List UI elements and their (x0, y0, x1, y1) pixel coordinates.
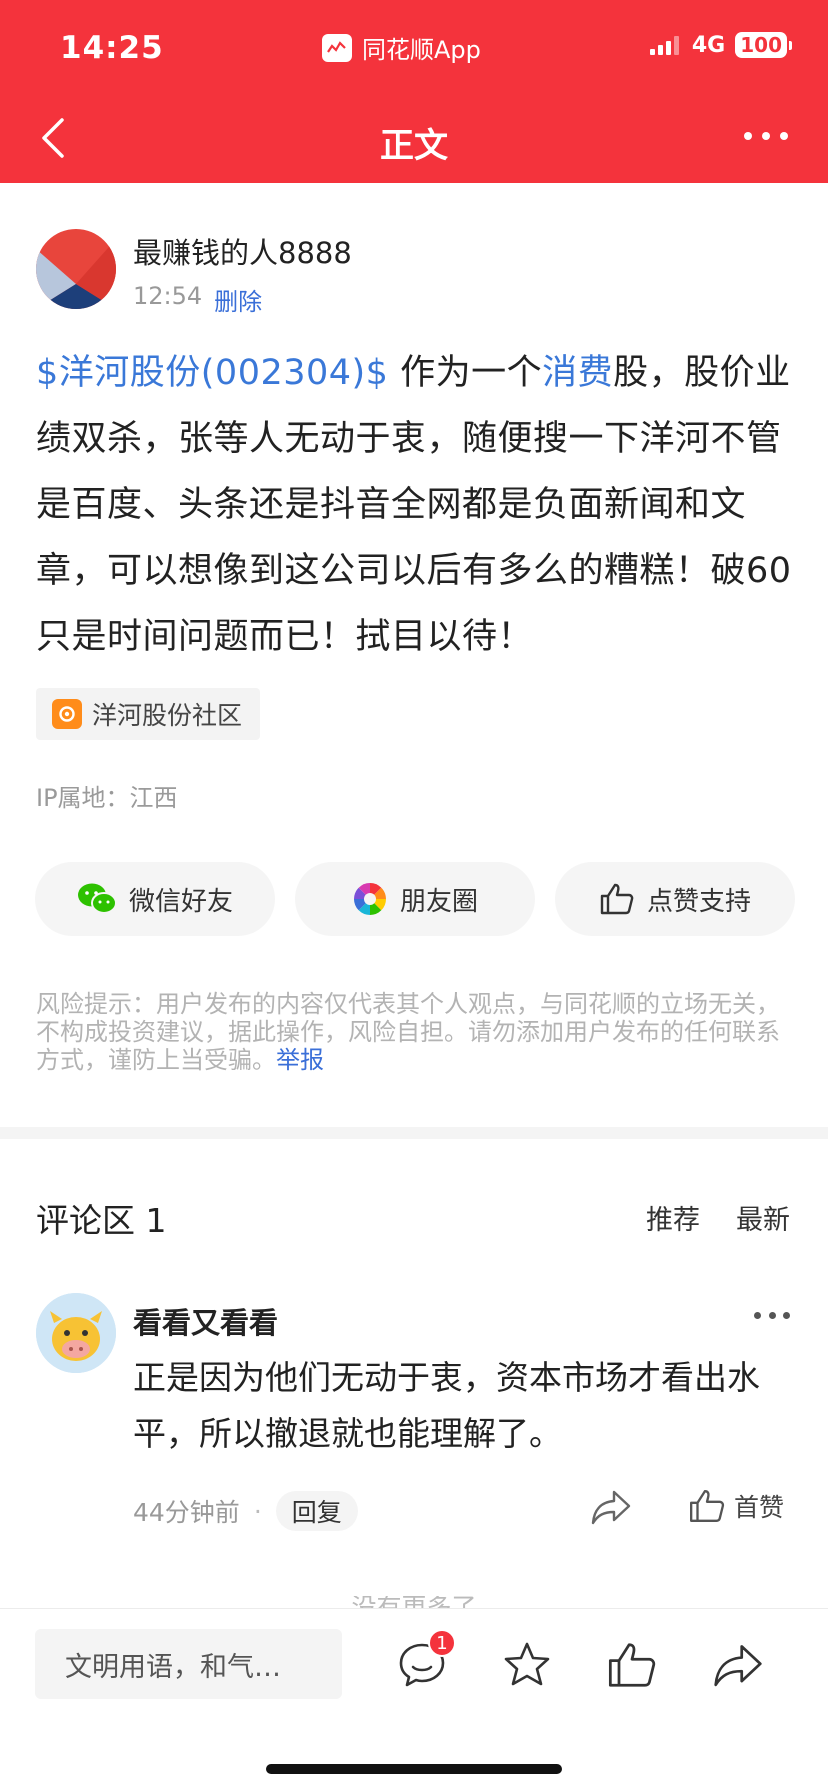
status-app-indicator[interactable]: 同花顺App (322, 30, 481, 65)
sort-latest-tab[interactable]: 最新 (736, 1198, 790, 1237)
share-wechat-button[interactable]: 微信好友 (35, 862, 275, 936)
comment-sort-tabs: 推荐 最新 (646, 1198, 790, 1237)
comment-like-button[interactable]: 首赞 (688, 1488, 784, 1524)
star-icon[interactable] (501, 1639, 553, 1691)
app-logo-icon (322, 33, 352, 62)
share-moments-button[interactable]: 朋友圈 (295, 862, 535, 936)
post-body: $洋河股份(002304)$ 作为一个消费股，股价业绩双杀，张等人无动于衷，随便… (36, 340, 796, 670)
battery-tip (789, 40, 792, 50)
commenter-name[interactable]: 看看又看看 (133, 1300, 278, 1342)
moments-icon (353, 883, 386, 915)
delete-button[interactable]: 删除 (214, 282, 262, 317)
page-title: 正文 (380, 126, 448, 166)
status-indicators: 4G 100 (649, 32, 792, 58)
comments-title: 评论区 1 (36, 1201, 167, 1240)
more-icon[interactable] (744, 126, 788, 146)
comment-input[interactable]: 文明用语，和气… (35, 1629, 342, 1699)
battery-icon: 100 (735, 32, 787, 58)
share-icon[interactable] (712, 1639, 764, 1691)
ip-location: IP属地：江西 (36, 784, 178, 812)
post-text-part1: 作为一个 (388, 353, 543, 393)
comment-text: 正是因为他们无动于衷，资本市场才看出水平，所以撤退就也能理解了。 (133, 1358, 760, 1453)
thumbs-up-icon (600, 883, 634, 915)
like-support-button[interactable]: 点赞支持 (555, 862, 795, 936)
comment-meta: 44分钟前 · 回复 (133, 1491, 358, 1531)
header-bar: 14:25 同花顺App 4G 100 正文 (0, 0, 828, 183)
community-icon (52, 699, 82, 729)
like-support-label: 点赞支持 (646, 886, 751, 917)
home-indicator[interactable] (266, 1764, 562, 1774)
meta-separator: · (253, 1496, 262, 1526)
author-avatar[interactable] (36, 229, 116, 309)
comment-share-button[interactable] (590, 1488, 632, 1530)
post-meta: 12:54 删除 (133, 282, 262, 317)
topic-link[interactable]: 消费 (542, 353, 613, 393)
report-link[interactable]: 举报 (276, 1046, 324, 1074)
status-time: 14:25 (60, 30, 164, 66)
share-wechat-label: 微信好友 (128, 886, 233, 917)
wechat-icon (77, 883, 117, 914)
like-icon[interactable] (606, 1639, 658, 1691)
community-tag-label: 洋河股份社区 (92, 701, 243, 730)
share-row: 微信好友 朋友圈 点赞支持 (35, 862, 795, 936)
signal-icon (649, 35, 682, 55)
thumbs-up-icon (690, 1490, 725, 1522)
risk-notice: 风险提示：用户发布的内容仅代表其个人观点，与同花顺的立场无关，不构成投资建议，据… (36, 990, 796, 1074)
sort-recommend-tab[interactable]: 推荐 (646, 1198, 700, 1237)
no-more-text: 没有更多了 (0, 1596, 828, 1608)
share-moments-label: 朋友圈 (399, 886, 478, 917)
comment-more-icon[interactable] (754, 1310, 790, 1320)
network-type: 4G (691, 32, 726, 58)
section-divider (0, 1127, 828, 1139)
comment-like-label: 首赞 (734, 1493, 785, 1522)
comment-time: 44分钟前 (133, 1498, 240, 1527)
status-app-name: 同花顺App (362, 36, 481, 64)
comment-count-badge: 1 (428, 1629, 456, 1657)
post-text-part2: 股，股价业绩双杀，张等人无动于衷，随便搜一下洋河不管是百度、头条还是抖音全网都是… (36, 353, 792, 657)
reply-button[interactable]: 回复 (275, 1491, 358, 1531)
commenter-avatar[interactable] (36, 1293, 116, 1373)
stock-link[interactable]: $洋河股份(002304)$ (36, 353, 388, 393)
share-icon (591, 1490, 631, 1525)
community-tag[interactable]: 洋河股份社区 (36, 688, 261, 740)
author-name[interactable]: 最赚钱的人8888 (133, 230, 352, 272)
risk-notice-text: 风险提示：用户发布的内容仅代表其个人观点，与同花顺的立场无关，不构成投资建议，据… (36, 990, 780, 1074)
post-time: 12:54 (133, 282, 203, 310)
